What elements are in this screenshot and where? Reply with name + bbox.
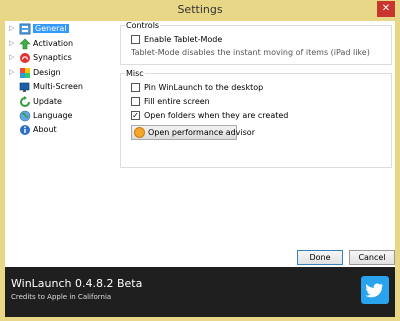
sidebar: ▷ General ▷ Activation ▷ Synaptics ▷ Des… [5,21,115,267]
open-folders-label: Open folders when they are created [144,111,289,120]
twitter-icon [365,283,384,298]
sidebar-item-synaptics[interactable]: ▷ Synaptics [5,51,115,66]
tablet-mode-checkbox[interactable] [131,35,140,44]
open-performance-advisor-button[interactable]: Open performance advisor [131,125,255,140]
fill-screen-checkbox[interactable] [131,97,140,106]
client-area: ▷ General ▷ Activation ▷ Synaptics ▷ Des… [5,21,395,267]
settings-content: Controls Enable Tablet-Mode Tablet-Mode … [120,21,395,267]
pin-desktop-checkbox[interactable] [131,83,140,92]
language-globe-icon [19,110,31,122]
controls-group-title: Controls [125,21,161,30]
sidebar-item-label: Multi-Screen [33,82,83,91]
done-button[interactable]: Done [297,250,343,265]
settings-window: Settings ✕ ▷ General ▷ Activation ▷ Syna… [0,0,400,321]
close-button[interactable]: ✕ [377,1,395,17]
design-icon [20,68,30,78]
sidebar-item-label: Design [33,68,61,77]
footer-banner: WinLaunch 0.4.8.2 Beta Credits to Apple … [5,267,395,317]
synaptics-icon [20,53,30,63]
perf-button-label: Open performance advisor [148,128,255,137]
app-version-text: WinLaunch 0.4.8.2 Beta [11,277,143,290]
multi-screen-icon [19,82,30,92]
expand-arrow-icon[interactable]: ▷ [9,24,14,32]
credits-text: Credits to Apple in California [11,293,112,301]
sidebar-item-label: Synaptics [33,53,72,62]
sidebar-item-label: General [33,24,69,33]
sidebar-item-label: About [33,125,57,134]
cancel-button[interactable]: Cancel [349,250,395,265]
sidebar-item-activation[interactable]: ▷ Activation [5,37,115,52]
sidebar-item-label: Language [33,111,73,120]
general-icon [19,23,31,35]
activation-arrow-icon [19,38,31,50]
sidebar-item-language[interactable]: Language [5,109,115,124]
misc-group: Misc Pin WinLaunch to the desktop Fill e… [120,69,392,168]
sidebar-item-label: Update [33,97,62,106]
performance-advisor-icon [134,127,145,138]
controls-group: Controls Enable Tablet-Mode Tablet-Mode … [120,21,392,65]
misc-group-title: Misc [125,69,145,78]
update-icon [20,96,30,107]
twitter-button[interactable] [361,276,389,304]
sidebar-item-design[interactable]: ▷ Design [5,66,115,81]
expand-arrow-icon[interactable]: ▷ [9,53,14,61]
open-folders-checkbox[interactable]: ✓ [131,111,140,120]
window-title: Settings [177,3,223,16]
expand-arrow-icon[interactable]: ▷ [9,68,14,76]
tablet-mode-label: Enable Tablet-Mode [144,35,223,44]
title-bar[interactable]: Settings ✕ [0,0,400,21]
sidebar-item-update[interactable]: Update [5,95,115,110]
tablet-mode-hint: Tablet-Mode disables the instant moving … [131,48,370,57]
fill-screen-label: Fill entire screen [144,97,210,106]
info-icon [20,125,30,135]
sidebar-item-label: Activation [33,39,74,48]
pin-desktop-label: Pin WinLaunch to the desktop [144,83,264,92]
sidebar-item-multi-screen[interactable]: Multi-Screen [5,80,115,95]
sidebar-item-general[interactable]: ▷ General [5,22,115,37]
sidebar-item-about[interactable]: About [5,123,115,138]
expand-arrow-icon[interactable]: ▷ [9,39,14,47]
